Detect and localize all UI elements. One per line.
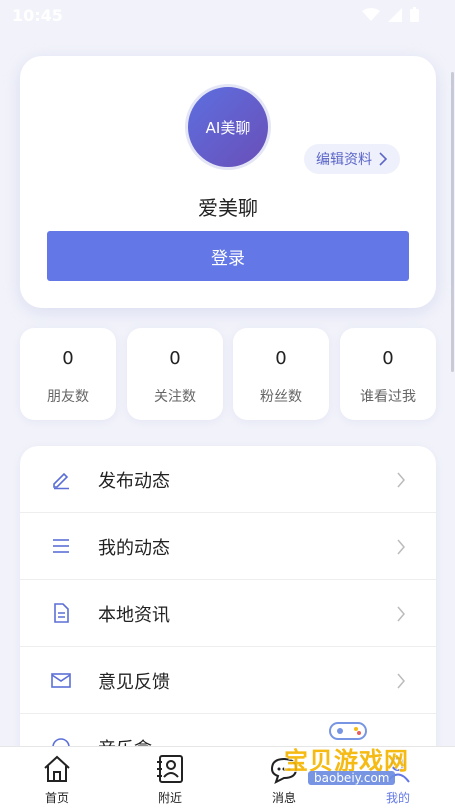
status-icons: [362, 7, 419, 22]
menu-item-label: 我的动态: [98, 538, 170, 559]
stat-label: 粉丝数: [260, 389, 302, 405]
list-icon: [53, 539, 69, 553]
menu-item-label: 本地资讯: [98, 605, 170, 626]
mail-icon: [51, 673, 71, 688]
stat-label: 朋友数: [47, 389, 89, 405]
user-name: 爱美聊: [198, 196, 258, 220]
chevron-right-icon: [397, 539, 405, 555]
scrollbar[interactable]: [451, 72, 454, 372]
menu-item-local-news[interactable]: 本地资讯: [20, 580, 436, 647]
status-time: 10:45: [12, 6, 63, 25]
watermark: 宝贝游戏网 baobeiy.com: [280, 715, 430, 805]
stat-value: 0: [169, 348, 181, 369]
chevron-right-icon: [397, 606, 405, 622]
chevron-right-icon: [397, 472, 405, 488]
stat-label: 谁看过我: [360, 389, 416, 405]
chevron-right-icon: [379, 152, 388, 166]
profile-card: AI美聊 编辑资料 爱美聊 登录: [20, 56, 436, 308]
tab-nearby[interactable]: 附近: [130, 747, 210, 809]
battery-icon: [410, 7, 419, 22]
edit-profile-label: 编辑资料: [316, 152, 372, 168]
tab-home[interactable]: 首页: [17, 747, 97, 809]
stat-fans[interactable]: 0 粉丝数: [233, 328, 329, 420]
document-icon: [54, 603, 69, 623]
wifi-icon: [362, 7, 380, 21]
edit-icon: [53, 472, 69, 490]
stat-value: 0: [275, 348, 287, 369]
signal-icon: [388, 7, 402, 22]
login-label: 登录: [211, 248, 245, 269]
tab-label: 附近: [157, 791, 182, 805]
avatar[interactable]: AI美聊: [185, 84, 271, 170]
stat-visitors[interactable]: 0 谁看过我: [340, 328, 436, 420]
menu-item-my-posts[interactable]: 我的动态: [20, 513, 436, 580]
stat-label: 关注数: [154, 389, 196, 405]
edit-profile-button[interactable]: 编辑资料: [304, 144, 400, 174]
watermark-url: baobeiy.com: [308, 771, 396, 785]
avatar-text: AI美聊: [205, 118, 251, 137]
stats-row: 0 朋友数 0 关注数 0 粉丝数 0 谁看过我: [20, 328, 436, 420]
home-icon: [44, 755, 70, 782]
menu-item-label: 发布动态: [98, 471, 170, 492]
tab-label: 首页: [44, 791, 69, 805]
stat-value: 0: [382, 348, 394, 369]
menu-item-feedback[interactable]: 意见反馈: [20, 647, 436, 714]
contacts-icon: [157, 755, 183, 783]
stat-friends[interactable]: 0 朋友数: [20, 328, 116, 420]
menu-item-label: 意见反馈: [98, 672, 170, 693]
chevron-right-icon: [397, 673, 405, 689]
stat-following[interactable]: 0 关注数: [127, 328, 223, 420]
status-bar: 10:45: [0, 0, 455, 32]
stat-value: 0: [62, 348, 74, 369]
login-button[interactable]: 登录: [47, 231, 409, 281]
gamepad-icon: [329, 722, 367, 740]
menu-item-post[interactable]: 发布动态: [20, 446, 436, 513]
